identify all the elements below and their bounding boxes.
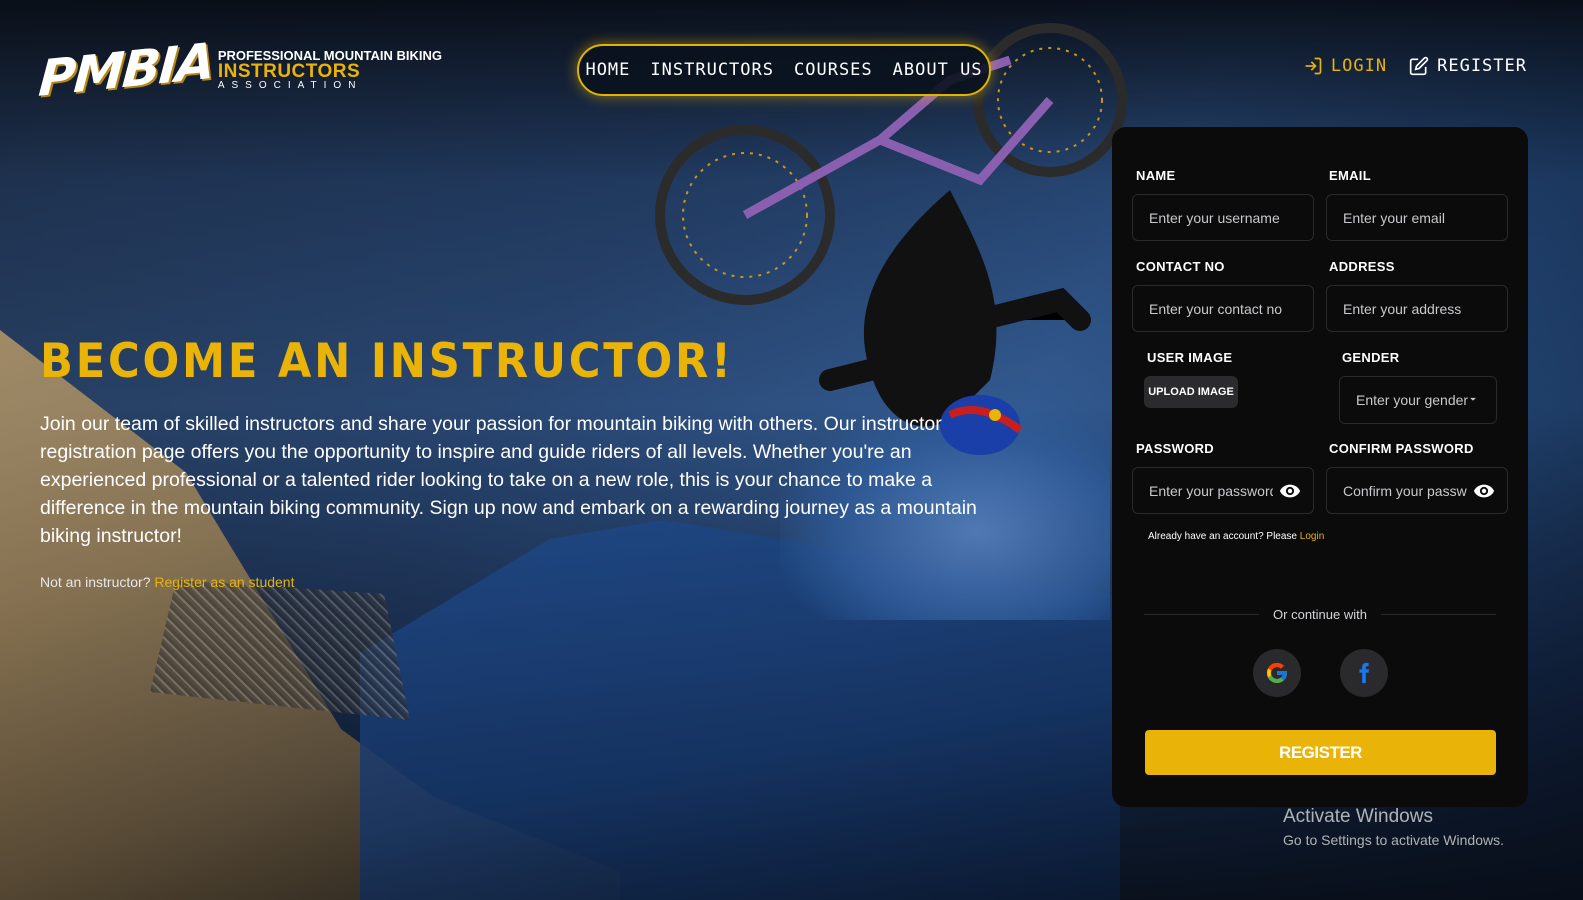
divider-line-right — [1380, 614, 1496, 615]
show-password-icon[interactable] — [1279, 483, 1301, 499]
watermark-subtitle: Go to Settings to activate Windows. — [1283, 832, 1504, 848]
register-student-link[interactable]: Register as an student — [154, 574, 294, 590]
google-login-button[interactable] — [1253, 649, 1301, 697]
page-title: BECOME AN INSTRUCTOR! — [40, 334, 734, 389]
password-label: PASSWORD — [1136, 441, 1214, 456]
email-field[interactable] — [1326, 194, 1508, 241]
hero-description: Join our team of skilled instructors and… — [40, 413, 977, 547]
login-prompt: Already have an account? Please Login — [1148, 531, 1324, 542]
name-input[interactable] — [1149, 209, 1313, 226]
login-link[interactable]: LOGIN — [1303, 56, 1387, 76]
contact-input[interactable] — [1149, 300, 1313, 317]
address-label: ADDRESS — [1329, 259, 1395, 274]
continue-divider: Or continue with — [1144, 607, 1496, 622]
logo-text: PROFESSIONAL MOUNTAIN BIKING INSTRUCTORS… — [218, 49, 442, 91]
form-login-link[interactable]: Login — [1300, 531, 1324, 542]
confirm-password-input[interactable] — [1343, 482, 1467, 499]
login-icon — [1305, 57, 1322, 75]
show-confirm-password-icon[interactable] — [1473, 483, 1495, 499]
register-link[interactable]: REGISTER — [1409, 56, 1527, 76]
login-prompt-text: Already have an account? Please — [1148, 531, 1297, 542]
register-label: REGISTER — [1437, 56, 1527, 76]
facebook-login-button[interactable] — [1340, 649, 1388, 697]
password-input[interactable] — [1149, 482, 1273, 499]
student-note-prefix: Not an instructor? — [40, 574, 151, 590]
name-label: NAME — [1136, 168, 1176, 183]
register-submit-button[interactable]: REGISTER — [1145, 730, 1496, 775]
login-label: LOGIN — [1330, 56, 1388, 76]
confirm-password-label: CONFIRM PASSWORD — [1329, 441, 1474, 456]
address-field[interactable] — [1326, 285, 1508, 332]
gender-placeholder: Enter your gender — [1356, 392, 1469, 408]
logo-line-instructors: INSTRUCTORS — [217, 61, 361, 82]
nav-home[interactable]: HOME — [585, 60, 630, 80]
nav-courses[interactable]: COURSES — [794, 60, 873, 80]
contact-field[interactable] — [1132, 285, 1314, 332]
auth-links: LOGIN REGISTER — [1303, 56, 1527, 76]
logo-mark: PMBIA — [36, 32, 215, 108]
edit-icon — [1409, 56, 1429, 76]
email-input[interactable] — [1343, 209, 1507, 226]
site-logo[interactable]: PMBIA PROFESSIONAL MOUNTAIN BIKING INSTR… — [36, 30, 442, 110]
contact-label: CONTACT NO — [1136, 259, 1225, 274]
upload-image-button[interactable]: UPLOAD IMAGE — [1144, 376, 1238, 408]
password-field[interactable] — [1132, 467, 1314, 514]
email-label: EMAIL — [1329, 168, 1371, 183]
name-field[interactable] — [1132, 194, 1314, 241]
user-image-label: USER IMAGE — [1147, 350, 1233, 365]
registration-form: NAME EMAIL CONTACT NO ADDRESS USER IMAGE… — [1112, 127, 1528, 807]
watermark-title: Activate Windows — [1283, 806, 1433, 827]
nav-instructors[interactable]: INSTRUCTORS — [650, 60, 774, 80]
divider-line-left — [1144, 614, 1260, 615]
logo-line-association: ASSOCIATION — [217, 80, 363, 91]
gender-select[interactable]: Enter your gender — [1339, 376, 1497, 424]
facebook-icon — [1359, 662, 1370, 684]
google-icon — [1267, 663, 1287, 683]
address-input[interactable] — [1343, 300, 1507, 317]
student-register-note: Not an instructor? Register as an studen… — [40, 574, 294, 590]
gender-label: GENDER — [1342, 350, 1400, 365]
nav-about-us[interactable]: ABOUT US — [893, 60, 983, 80]
confirm-password-field[interactable] — [1326, 467, 1508, 514]
continue-text: Or continue with — [1273, 607, 1367, 622]
windows-activation-watermark: Activate Windows Go to Settings to activ… — [1283, 806, 1504, 848]
chevron-down-icon — [1470, 397, 1476, 401]
main-nav: HOME INSTRUCTORS COURSES ABOUT US — [577, 44, 991, 96]
